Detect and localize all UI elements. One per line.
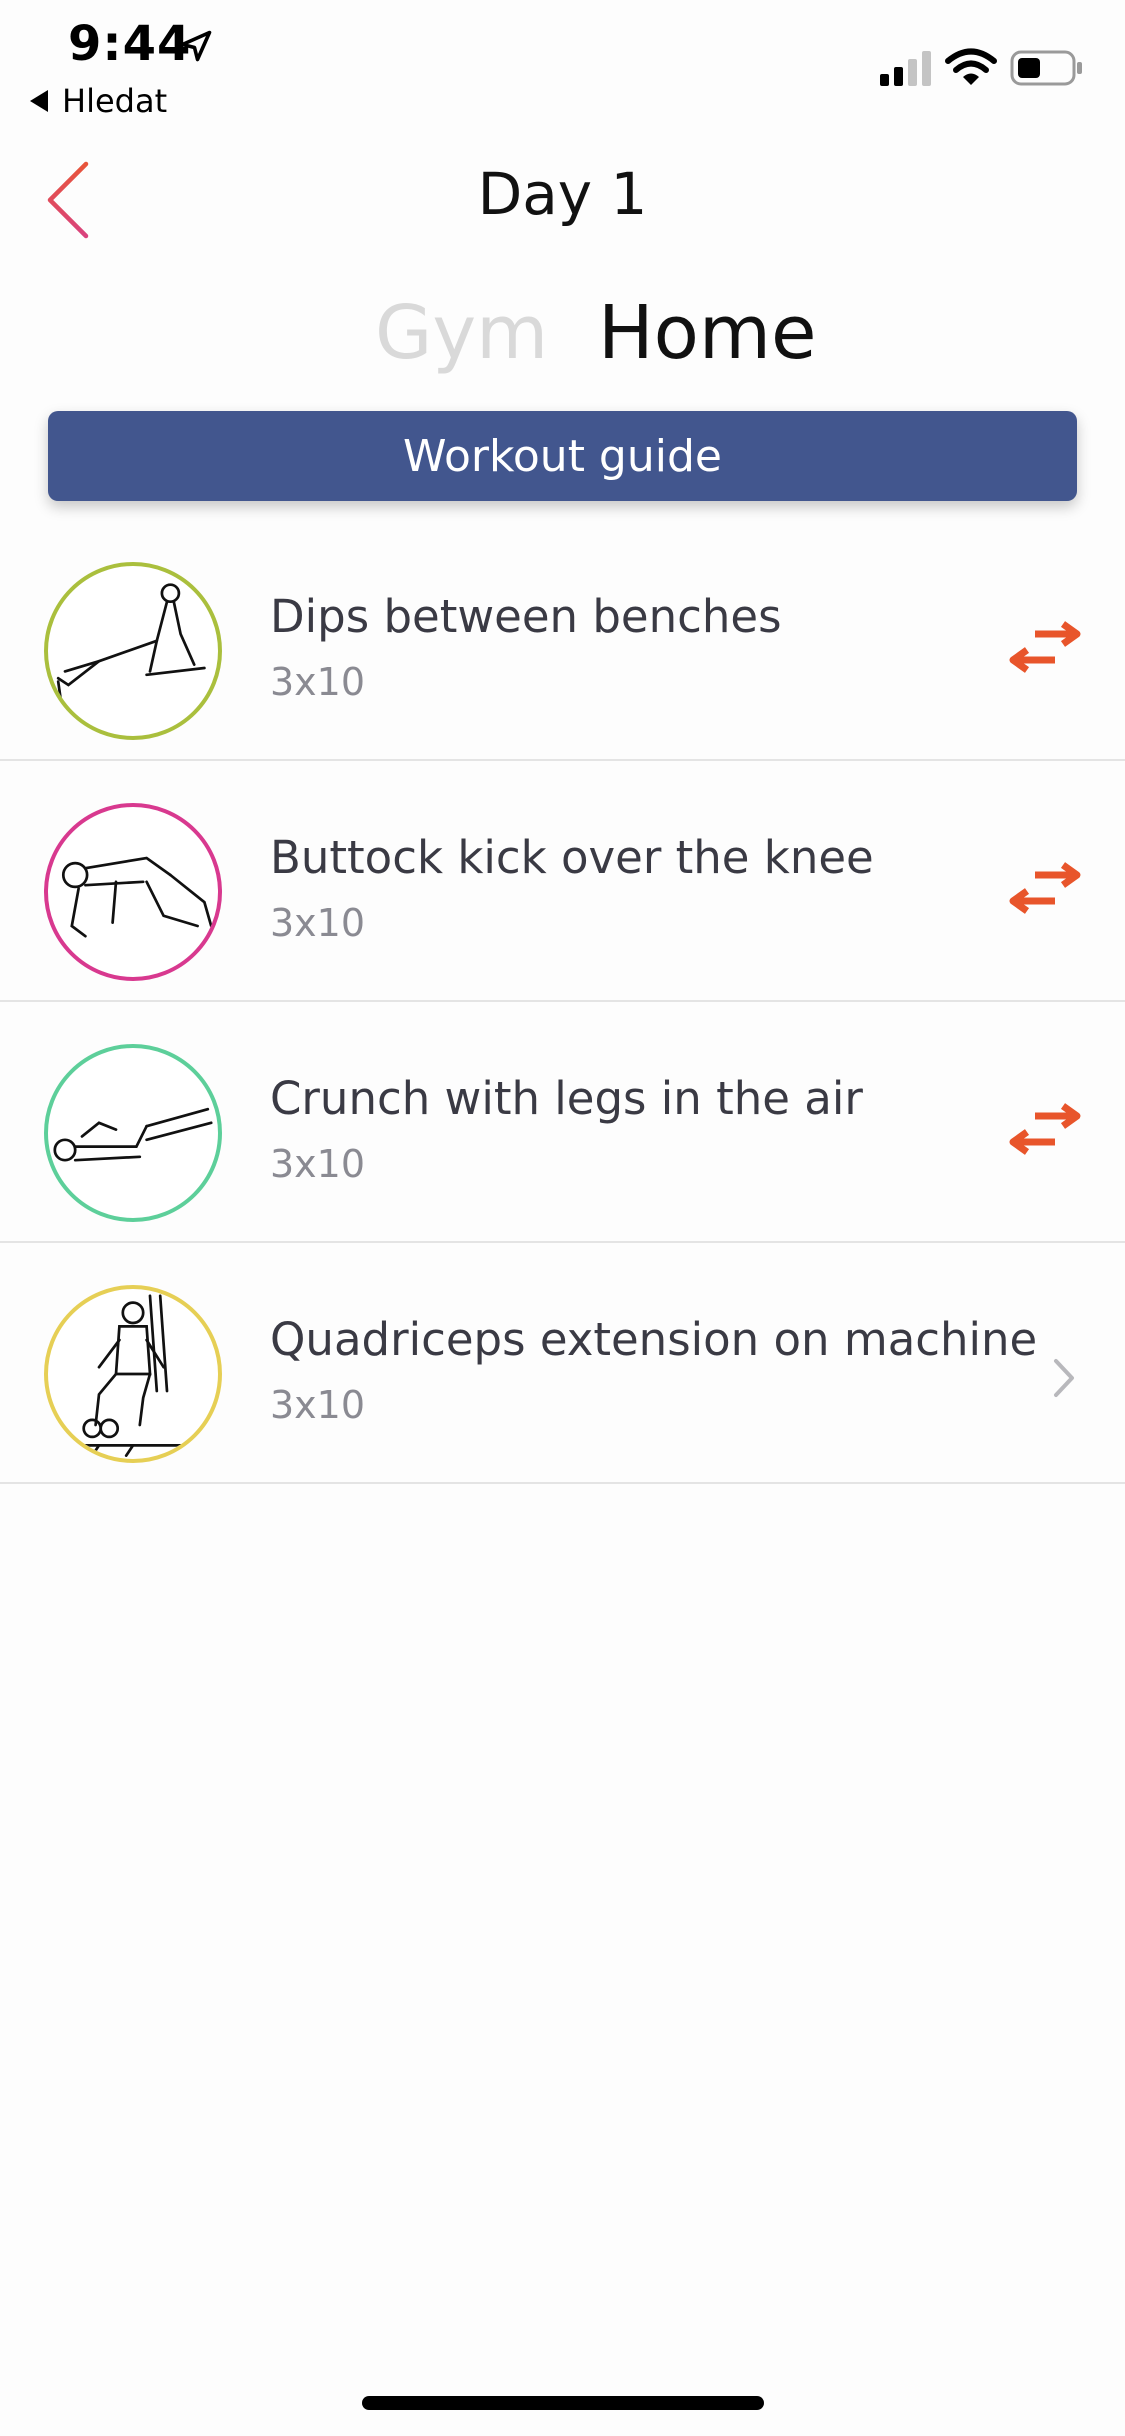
swap-arrows-icon[interactable] — [1005, 620, 1085, 680]
swap-arrows-icon[interactable] — [1005, 1102, 1085, 1162]
location-arrow-icon — [180, 30, 212, 62]
exercise-name: Quadriceps extension on machine — [270, 1313, 1038, 1366]
exercise-name: Buttock kick over the knee — [270, 831, 874, 884]
exercise-list: Dips between benches 3x10 Buttock kick o… — [0, 520, 1125, 1484]
exercise-sets: 3x10 — [270, 1383, 366, 1427]
exercise-thumbnail — [44, 1044, 222, 1222]
back-triangle-icon — [30, 90, 48, 112]
exercise-row[interactable]: Crunch with legs in the air 3x10 — [0, 1002, 1125, 1243]
chevron-right-icon[interactable] — [1050, 1353, 1080, 1403]
home-indicator[interactable] — [362, 2396, 764, 2410]
tab-home[interactable]: Home — [598, 290, 817, 376]
exercise-thumbnail — [44, 803, 222, 981]
exercise-thumbnail — [44, 562, 222, 740]
back-to-app-label: Hledat — [62, 82, 168, 120]
exercise-sets: 3x10 — [270, 660, 366, 704]
exercise-thumbnail — [44, 1285, 222, 1463]
swap-arrows-icon[interactable] — [1005, 861, 1085, 921]
battery-icon — [1010, 50, 1082, 86]
exercise-sets: 3x10 — [270, 1142, 366, 1186]
exercise-row[interactable]: Buttock kick over the knee 3x10 — [0, 761, 1125, 1002]
exercise-name: Crunch with legs in the air — [270, 1072, 863, 1125]
exercise-row[interactable]: Dips between benches 3x10 — [0, 520, 1125, 761]
bench-dips-figure-icon — [56, 583, 206, 707]
crunch-figure-icon — [53, 1107, 213, 1162]
exercise-row[interactable]: Quadriceps extension on machine 3x10 — [0, 1243, 1125, 1484]
quadriceps-machine-figure-icon — [80, 1294, 186, 1457]
exercise-name: Dips between benches — [270, 590, 782, 643]
wifi-icon — [945, 48, 997, 85]
tab-gym[interactable]: Gym — [375, 290, 548, 376]
page-title: Day 1 — [477, 160, 648, 228]
back-to-app-link[interactable]: Hledat — [30, 82, 167, 120]
exercise-sets: 3x10 — [270, 901, 366, 945]
status-time: 9:44 — [68, 16, 192, 72]
buttock-kick-figure-icon — [61, 856, 213, 938]
cellular-signal-icon — [880, 51, 931, 86]
workout-guide-button[interactable]: Workout guide — [48, 411, 1077, 501]
